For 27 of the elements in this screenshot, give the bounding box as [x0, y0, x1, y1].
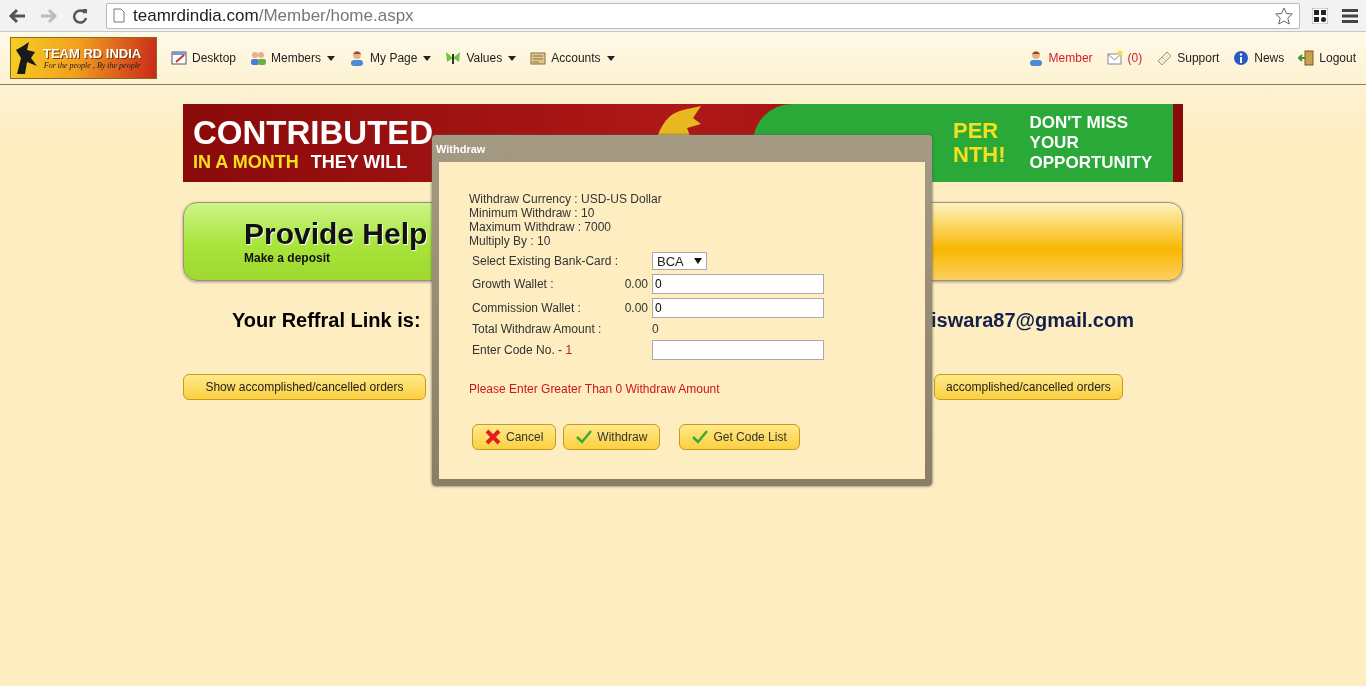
field-label: Growth Wallet :: [472, 277, 555, 291]
referral-label: Your Reffral Link is:: [232, 309, 421, 332]
banner-text: NTH!: [953, 143, 1006, 167]
banner-text: THEY WILL: [310, 151, 408, 173]
wallet-balance: 0.00: [623, 277, 648, 291]
field-label: Select Existing Bank-Card :: [472, 254, 620, 268]
banner-call-to-action: DON'T MISS YOUR OPPORTUNITY: [1029, 113, 1154, 173]
field-label: Enter Code No. - 1: [472, 343, 574, 357]
referral-email: iswara87@gmail.com: [931, 309, 1134, 332]
card-title: Provide Help: [244, 217, 428, 251]
field-label: Commission Wallet :: [472, 301, 582, 315]
wallet-balance: 0.00: [623, 301, 648, 315]
card-subtitle: Make a deposit: [244, 251, 331, 265]
logo-tagline: For the people , By the people: [43, 61, 141, 70]
logo-title: TEAM RD INDIA: [43, 46, 142, 61]
info-line: Minimum Withdraw : 10: [469, 206, 596, 220]
dialog-title: Withdraw: [436, 141, 487, 157]
error-message: Please Enter Greater Than 0 Withdraw Amount: [469, 382, 721, 396]
info-line: Maximum Withdraw : 7000: [469, 220, 613, 234]
field-label: Total Withdraw Amount :: [472, 322, 603, 336]
total-amount: 0: [652, 322, 660, 336]
info-line: Withdraw Currency : USD-US Dollar: [469, 192, 663, 206]
banner-text: IN A MONTH: [193, 151, 299, 173]
url-text: teamrdindia.com/Member/home.aspx: [133, 5, 414, 26]
banner-text: PER: [953, 119, 1000, 143]
info-line: Multiply By : 10: [469, 234, 552, 248]
banner-headline: CONTRIBUTED: [193, 113, 434, 152]
